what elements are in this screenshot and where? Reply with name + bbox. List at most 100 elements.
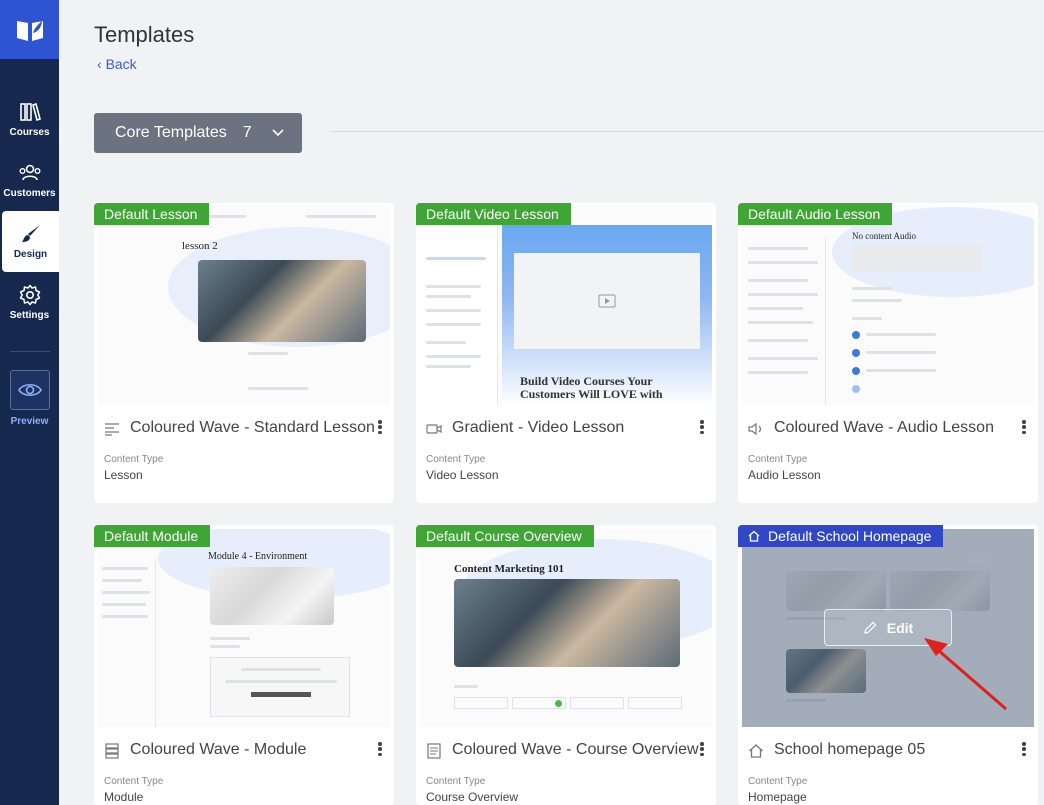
template-thumbnail[interactable]: Build Video Courses Your Customers Will … [420, 207, 712, 405]
summary-chip [512, 697, 566, 709]
more-options-icon[interactable] [1020, 418, 1028, 436]
template-title: School homepage 05 [774, 741, 926, 758]
brush-icon [21, 225, 40, 242]
default-badge: Default Audio Lesson [738, 203, 893, 225]
resource-dot [852, 367, 860, 375]
thumb-heading: No content Audio [852, 231, 916, 241]
mock-line [454, 685, 478, 688]
more-options-icon[interactable] [1020, 740, 1028, 758]
header-divider [331, 131, 1044, 132]
more-options-icon[interactable] [698, 418, 706, 436]
mock-line [748, 247, 808, 250]
mock-sidebar [742, 237, 826, 405]
summary-chip [454, 697, 508, 709]
template-thumbnail[interactable]: Content Marketing 101 [420, 529, 712, 727]
sidebar-item-courses[interactable]: Courses [0, 89, 59, 150]
preview-icon-box [9, 370, 50, 410]
default-badge: Default Video Lesson [416, 203, 571, 225]
template-card[interactable]: Default Course Overview Content Marketin… [416, 525, 716, 805]
eye-icon [17, 383, 42, 397]
template-card[interactable]: Default School Homepage Edit School home… [738, 525, 1038, 805]
mock-line [426, 355, 481, 358]
mock-line [225, 680, 337, 683]
mock-text-line [248, 352, 288, 355]
content-type-value: Homepage [748, 790, 807, 804]
document-icon [426, 743, 442, 759]
mock-line [852, 317, 882, 320]
app-logo[interactable] [0, 0, 59, 59]
chevron-down-icon [272, 129, 284, 137]
template-title: Gradient - Video Lesson [452, 419, 625, 436]
resource-dot [852, 331, 860, 339]
sidebar-item-design[interactable]: Design [2, 211, 59, 272]
default-badge: Default Lesson [94, 203, 210, 225]
thumb-photo [454, 579, 680, 667]
thumb-photo [198, 260, 366, 342]
mock-sidebar [420, 227, 498, 405]
template-card[interactable]: Default Module Module 4 - Environment Co… [94, 525, 394, 805]
summary-chip [628, 697, 682, 709]
video-play-icon [598, 294, 616, 308]
mock-line [102, 567, 148, 570]
back-link[interactable]: ‹ Back [97, 56, 137, 72]
content-type-label: Content Type [426, 776, 486, 787]
content-type-label: Content Type [104, 776, 164, 787]
video-camera-icon [426, 421, 442, 437]
template-thumbnail[interactable]: lesson 2 [98, 207, 390, 405]
template-title: Coloured Wave - Module [130, 741, 307, 758]
mock-nav [306, 215, 376, 218]
sidebar-item-settings[interactable]: Settings [0, 272, 59, 333]
sidebar-item-customers[interactable]: Customers [0, 150, 59, 211]
mock-line [748, 307, 803, 310]
back-label: Back [105, 56, 137, 72]
mock-line [426, 341, 466, 344]
thumb-heading: Build Video Courses Your Customers Will … [520, 375, 663, 403]
template-title: Coloured Wave - Audio Lesson [774, 419, 994, 436]
template-count: 7 [242, 124, 252, 141]
core-templates-dropdown[interactable]: Core Templates 7 [94, 113, 302, 153]
template-card[interactable]: Default Lesson lesson 2 Coloured Wave - … [94, 203, 394, 503]
mock-line [102, 603, 146, 606]
mock-line [748, 279, 808, 282]
mock-line [852, 299, 902, 302]
mock-text-line [248, 387, 308, 390]
mock-line [426, 257, 486, 260]
text-lines-icon [104, 421, 120, 437]
edit-label: Edit [886, 619, 914, 636]
preview-button[interactable]: Preview [0, 370, 59, 427]
summary-chip [570, 697, 624, 709]
sidebar: Courses Customers Design Settings Previe… [0, 0, 59, 805]
mock-line [241, 668, 321, 671]
content-type-label: Content Type [426, 454, 486, 465]
edit-button[interactable]: Edit [824, 609, 952, 646]
gear-icon [19, 284, 40, 306]
content-type-label: Content Type [104, 454, 164, 465]
mock-line [426, 285, 481, 288]
more-options-icon[interactable] [376, 418, 384, 436]
sidebar-item-label: Customers [3, 188, 56, 199]
resource-dot [852, 385, 860, 393]
template-thumbnail[interactable]: No content Audio [742, 207, 1034, 405]
more-options-icon[interactable] [698, 740, 706, 758]
users-icon [19, 164, 41, 181]
sidebar-item-label: Design [13, 249, 48, 260]
mock-line [748, 357, 818, 360]
template-card[interactable]: Default Audio Lesson No content Audio Co… [738, 203, 1038, 503]
audio-player [852, 245, 982, 271]
default-badge: Default Course Overview [416, 525, 594, 547]
mock-line [426, 309, 481, 312]
mock-line [866, 369, 936, 372]
content-type-value: Module [104, 790, 144, 804]
more-options-icon[interactable] [376, 740, 384, 758]
template-thumbnail[interactable]: Module 4 - Environment [98, 529, 390, 727]
thumb-heading: Module 4 - Environment [208, 551, 308, 562]
mock-line [748, 261, 818, 264]
template-card[interactable]: Default Video Lesson Build Video Courses… [416, 203, 716, 503]
content-type-label: Content Type [748, 776, 808, 787]
chevron-left-icon: ‹ [97, 56, 106, 72]
mock-line [866, 351, 936, 354]
video-player [514, 253, 700, 349]
mock-line [748, 293, 818, 296]
mock-line [748, 321, 813, 324]
mock-line [852, 287, 892, 290]
